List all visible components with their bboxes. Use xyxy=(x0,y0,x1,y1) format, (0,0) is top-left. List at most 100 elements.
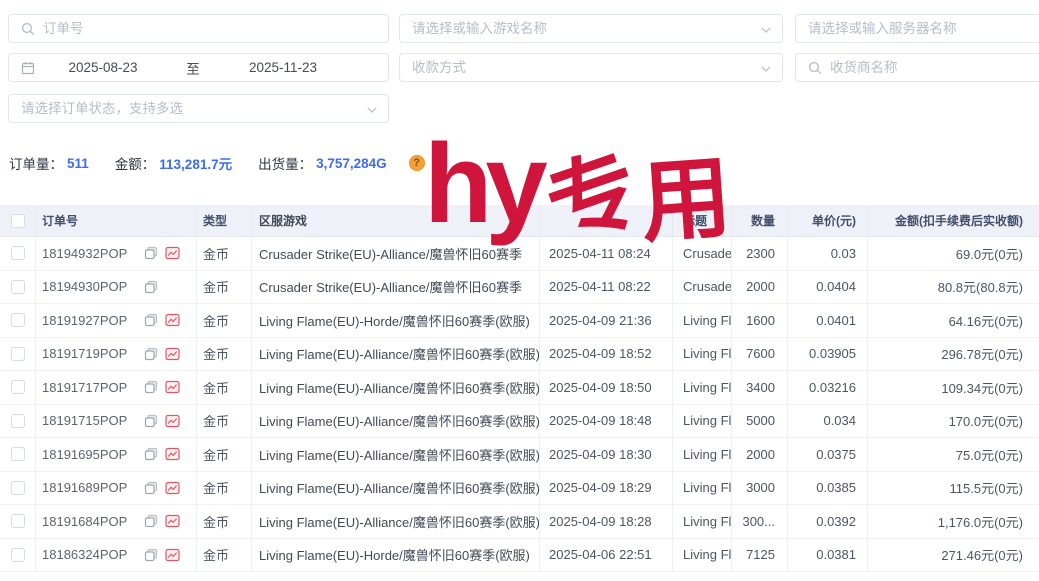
date-range-picker[interactable]: 2025-08-23 至 2025-11-23 xyxy=(8,53,389,82)
image-icon[interactable] xyxy=(165,380,180,394)
date-separator: 至 xyxy=(163,58,223,78)
order-no-cell: 18186324POP xyxy=(36,539,197,573)
amount-cell: 69.0元(0元) xyxy=(868,237,1039,271)
order-no-text: 18191684POP xyxy=(42,514,127,529)
copy-icon[interactable] xyxy=(144,280,158,294)
image-icon[interactable] xyxy=(165,313,180,327)
date-start[interactable]: 2025-08-23 xyxy=(43,60,163,75)
chevron-down-icon[interactable] xyxy=(760,24,772,36)
row-checkbox[interactable] xyxy=(11,447,25,461)
qty-cell: 2000 xyxy=(732,271,788,305)
game-cell: Living Flame(EU)-Alliance/魔兽怀旧60赛季(欧服) xyxy=(252,438,540,472)
amount-cell: 109.34元(0元) xyxy=(868,371,1039,405)
order-no-text: 18191927POP xyxy=(42,313,127,328)
copy-icon[interactable] xyxy=(144,313,158,327)
image-icon[interactable] xyxy=(165,347,180,361)
image-icon[interactable] xyxy=(165,246,180,260)
game-select[interactable] xyxy=(399,14,783,43)
copy-icon[interactable] xyxy=(144,548,158,562)
row-select-cell xyxy=(0,304,36,338)
title-cell: Crusader Strike xyxy=(673,237,732,271)
qty-cell: 300... xyxy=(732,505,788,539)
select-all-checkbox[interactable] xyxy=(11,214,25,228)
server-name-field[interactable] xyxy=(795,14,1039,43)
row-checkbox[interactable] xyxy=(11,514,25,528)
image-icon[interactable] xyxy=(165,548,180,562)
table-row: 18191695POP 金币 Living Flame(EU)-Alliance… xyxy=(0,438,1039,472)
order-no-cell: 18191689POP xyxy=(36,472,197,506)
copy-icon[interactable] xyxy=(144,514,158,528)
order-no-cell: 18194930POP xyxy=(36,271,197,305)
payment-method-select[interactable] xyxy=(399,53,783,82)
order-number-search-field[interactable] xyxy=(8,14,389,43)
copy-icon[interactable] xyxy=(144,347,158,361)
image-icon[interactable] xyxy=(165,447,180,461)
game-cell: Living Flame(EU)-Alliance/魔兽怀旧60赛季(欧服) xyxy=(252,505,540,539)
price-cell: 0.0401 xyxy=(788,304,868,338)
order-number-input[interactable] xyxy=(43,21,388,36)
row-checkbox[interactable] xyxy=(11,246,25,260)
chevron-down-icon[interactable] xyxy=(366,104,378,116)
amount-label: 金额： xyxy=(115,153,156,173)
order-count-value: 511 xyxy=(67,156,89,171)
row-select-cell xyxy=(0,271,36,305)
game-select-input[interactable] xyxy=(412,21,782,36)
type-cell: 金币 xyxy=(197,539,252,573)
type-cell: 金币 xyxy=(197,472,252,506)
amount-cell: 115.5元(0元) xyxy=(868,472,1039,506)
table-row: 18191689POP 金币 Living Flame(EU)-Alliance… xyxy=(0,472,1039,506)
header-qty: 数量 xyxy=(732,205,788,237)
amount-cell: 75.0元(0元) xyxy=(868,438,1039,472)
price-cell: 0.0375 xyxy=(788,438,868,472)
game-cell: Living Flame(EU)-Alliance/魔兽怀旧60赛季(欧服) xyxy=(252,405,540,439)
copy-icon[interactable] xyxy=(144,380,158,394)
row-checkbox[interactable] xyxy=(11,548,25,562)
time-cell: 2025-04-09 18:52 xyxy=(540,338,673,372)
title-cell: Living Flame xyxy=(673,472,732,506)
row-select-cell xyxy=(0,539,36,573)
receiver-name-input[interactable] xyxy=(830,60,1039,75)
server-name-input[interactable] xyxy=(808,21,1039,36)
date-end[interactable]: 2025-11-23 xyxy=(223,60,343,75)
order-no-text: 18194930POP xyxy=(42,279,127,294)
order-status-input[interactable] xyxy=(21,101,388,116)
amount-value: 113,281.7元 xyxy=(159,153,232,173)
image-icon[interactable] xyxy=(165,414,180,428)
help-icon[interactable]: ? xyxy=(409,155,425,171)
row-checkbox[interactable] xyxy=(11,347,25,361)
row-select-cell xyxy=(0,338,36,372)
receiver-search-field[interactable] xyxy=(795,53,1039,82)
amount-cell: 1,176.0元(0元) xyxy=(868,505,1039,539)
row-checkbox[interactable] xyxy=(11,380,25,394)
row-checkbox[interactable] xyxy=(11,313,25,327)
qty-cell: 3000 xyxy=(732,472,788,506)
row-checkbox[interactable] xyxy=(11,414,25,428)
row-checkbox[interactable] xyxy=(11,280,25,294)
qty-cell: 2000 xyxy=(732,438,788,472)
row-select-cell xyxy=(0,371,36,405)
copy-icon[interactable] xyxy=(144,414,158,428)
qty-cell: 5000 xyxy=(732,405,788,439)
row-checkbox[interactable] xyxy=(11,481,25,495)
header-amount: 金额(扣手续费后实收额) xyxy=(868,205,1039,237)
row-select-cell xyxy=(0,237,36,271)
order-no-cell: 18194932POP xyxy=(36,237,197,271)
header-time xyxy=(540,205,673,237)
payment-method-input[interactable] xyxy=(412,60,782,75)
image-icon[interactable] xyxy=(165,514,180,528)
copy-icon[interactable] xyxy=(144,246,158,260)
row-select-cell xyxy=(0,438,36,472)
game-cell: Living Flame(EU)-Alliance/魔兽怀旧60赛季(欧服) xyxy=(252,371,540,405)
time-cell: 2025-04-11 08:22 xyxy=(540,271,673,305)
chevron-down-icon[interactable] xyxy=(760,63,772,75)
order-status-select[interactable] xyxy=(8,94,389,123)
image-icon[interactable] xyxy=(165,481,180,495)
copy-icon[interactable] xyxy=(144,447,158,461)
row-select-cell xyxy=(0,472,36,506)
header-order-no: 订单号 xyxy=(36,205,197,237)
time-cell: 2025-04-09 18:48 xyxy=(540,405,673,439)
price-cell: 0.03216 xyxy=(788,371,868,405)
type-cell: 金币 xyxy=(197,505,252,539)
price-cell: 0.0385 xyxy=(788,472,868,506)
copy-icon[interactable] xyxy=(144,481,158,495)
